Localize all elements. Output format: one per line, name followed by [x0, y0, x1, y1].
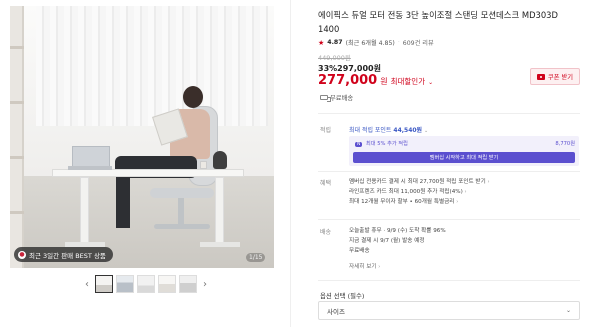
best-badge-icon: ● [18, 250, 26, 259]
divider [318, 113, 580, 114]
thumbnail-strip: ‹ › [82, 275, 210, 293]
benefit-line-1-text: 멤버십 전용카드 결제 시 최대 27,700원 적립 포인트 받기 [349, 179, 486, 185]
star-icon: ★ [318, 38, 325, 47]
rating-value: 4.87 [327, 39, 343, 46]
thumbnail-4[interactable] [158, 275, 176, 293]
size-option-select[interactable]: 사이즈 ⌄ [318, 301, 580, 320]
free-shipping: 무료배송 [320, 93, 353, 102]
desk-foot-right [200, 242, 240, 247]
rating-detail: (최근 6개월 4.85) [345, 40, 395, 47]
membership-button[interactable]: 멤버십 시작하고 최대 적립 받기 [353, 152, 575, 163]
chair-base [154, 224, 210, 229]
photo-curtain [36, 6, 268, 126]
best-seller-badge: ● 최근 3일간 판매 BEST 상품 [14, 247, 113, 262]
chair-pole [178, 198, 184, 224]
delivery-label: 배송 [320, 229, 332, 236]
next-thumb-arrow-icon[interactable]: › [200, 279, 210, 290]
cup [200, 161, 207, 169]
naver-pay-tag: N [355, 142, 363, 147]
delivery-details-link[interactable]: 자세히 보기 › [349, 262, 380, 270]
delivery-line-2: 지금 결제 시 9/7 (월) 발송 예정 [349, 238, 425, 244]
rating-row: ★ 4.87 (최근 6개월 4.85) · 609건 리뷰 [318, 38, 434, 48]
person-shin [116, 176, 130, 228]
delivery-line-3: 무료배송 [349, 248, 370, 254]
extra-points-amount: 8,770원 [555, 141, 575, 147]
points-label: 적립 [320, 127, 332, 134]
extra-points-line: N 최대 5% 추가 적립 8,770원 [355, 140, 575, 147]
desk-leg-right [215, 177, 224, 245]
chevron-down-icon: ⌄ [565, 307, 571, 314]
person-head [183, 86, 203, 108]
product-title: 에이픽스 듀얼 모터 전동 3단 높이조절 스탠딩 모션데스크 MD303D 1… [318, 10, 558, 34]
delivery-line-1: 오늘출발 휴무 · 9/9 (수) 도착 확률 96% [349, 228, 446, 234]
coupon-label: 쿠폰 받기 [547, 74, 574, 81]
points-headline-text: 최대 적립 포인트 [349, 127, 392, 134]
benefit-line-3[interactable]: 최대 12개월 무이자 할부 • 60개월 특별금리 › [349, 197, 458, 205]
desk-top [52, 169, 244, 177]
chevron-down-icon[interactable]: ⌄ [428, 79, 433, 86]
desk-lamp [213, 151, 227, 169]
chevron-right-icon: › [487, 179, 490, 185]
photo-counter: 1/15 [246, 253, 266, 262]
chair-seat [150, 188, 214, 198]
column-divider [290, 0, 291, 327]
currency-label: 원 [380, 77, 388, 86]
laptop-base [68, 166, 112, 170]
thumbnail-1[interactable] [95, 275, 113, 293]
benefit-line-2[interactable]: 라인프렌즈 카드 최대 11,000원 추가 적립(4%) › [349, 187, 467, 195]
delivery-details-text: 자세히 보기 [349, 264, 377, 270]
coupon-icon [536, 73, 545, 80]
size-option-value: 사이즈 [327, 307, 345, 316]
thumbnail-5[interactable] [179, 275, 197, 293]
benefit-line-2-text: 라인프렌즈 카드 최대 11,000원 추가 적립(4%) [349, 189, 463, 195]
divider [318, 219, 580, 220]
option-title: 옵션 선택 (필수) [320, 292, 365, 300]
thumbnail-3[interactable] [137, 275, 155, 293]
extra-points-label: 최대 5% 추가 적립 [366, 141, 408, 147]
free-shipping-text: 무료배송 [330, 95, 354, 102]
review-link[interactable]: 609건 리뷰 [403, 38, 434, 47]
prev-thumb-arrow-icon[interactable]: ‹ [82, 279, 92, 290]
divider [318, 171, 580, 172]
desk-leg-left [80, 177, 89, 245]
rating-separator: · [397, 39, 400, 46]
chevron-down-icon[interactable]: ⌄ [424, 128, 428, 134]
truck-icon [320, 95, 331, 102]
product-gallery: ● 최근 3일간 판매 BEST 상품 1/15 ‹ › [0, 0, 290, 327]
chevron-right-icon: › [378, 264, 381, 270]
best-badge-text: 최근 3일간 판매 BEST 상품 [29, 251, 106, 260]
sale-price-line: 277,000 원 최대할인가 ⌄ [318, 73, 433, 88]
points-headline: 최대 적립 포인트 44,540원 ⌄ [349, 125, 428, 134]
divider [318, 280, 580, 281]
chevron-right-icon: › [456, 199, 459, 205]
laptop-screen [72, 146, 110, 167]
benefit-line-1[interactable]: 멤버십 전용카드 결제 시 최대 27,700원 적립 포인트 받기 › [349, 177, 490, 185]
max-discount-link[interactable]: 최대할인가 [391, 76, 426, 87]
photo-shelf [10, 6, 24, 268]
coupon-button[interactable]: 쿠폰 받기 [530, 68, 580, 85]
points-amount: 44,540원 [393, 127, 423, 134]
main-product-photo[interactable] [10, 6, 274, 268]
thumbnail-2[interactable] [116, 275, 134, 293]
benefits-label: 혜택 [320, 180, 332, 187]
benefit-line-3-text: 최대 12개월 무이자 할부 • 60개월 특별금리 [349, 199, 455, 205]
sale-price: 277,000 [318, 73, 378, 88]
chevron-right-icon: › [464, 189, 467, 195]
original-price: 449,000원 [318, 54, 351, 62]
